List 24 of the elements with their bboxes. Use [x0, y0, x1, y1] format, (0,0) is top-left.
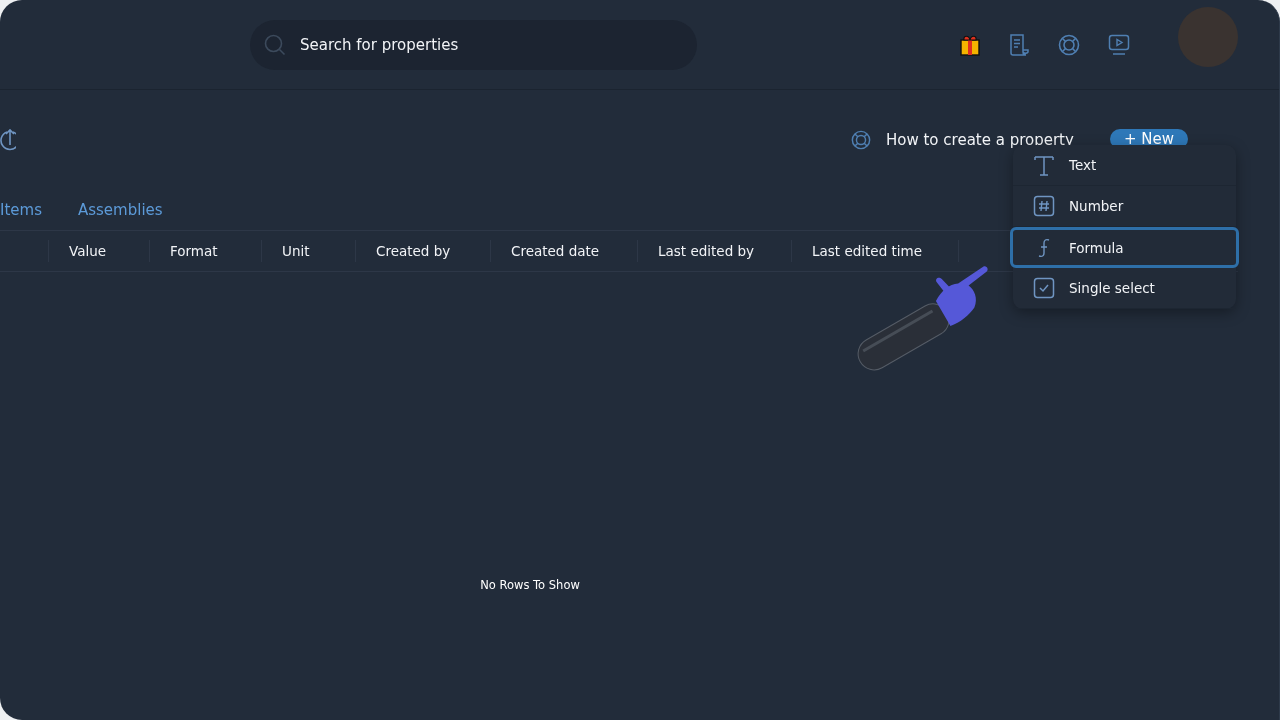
lifebuoy-icon	[851, 130, 871, 150]
checkbox-icon	[1033, 277, 1055, 299]
hash-icon	[1033, 195, 1055, 217]
column-header[interactable]: Format	[170, 243, 218, 259]
empty-message: No Rows To Show	[480, 578, 580, 592]
menu-item[interactable]: Text	[1013, 145, 1236, 186]
column-header[interactable]: Unit	[282, 243, 310, 259]
column-header[interactable]: Last edited by	[658, 243, 755, 259]
upload-icon[interactable]	[0, 128, 16, 152]
document-icon[interactable]	[1008, 33, 1030, 56]
tab[interactable]: Assemblies	[77, 201, 163, 219]
menu-item[interactable]: Number	[1013, 186, 1236, 227]
menu-item[interactable]: Formula	[1010, 227, 1239, 268]
text-type-icon	[1033, 154, 1055, 176]
gift-icon[interactable]	[960, 33, 980, 56]
column-header[interactable]: Last edited time	[812, 243, 922, 259]
video-icon[interactable]	[1108, 33, 1130, 56]
lifebuoy-icon[interactable]	[1058, 33, 1080, 56]
menu-item[interactable]: Single select	[1013, 268, 1236, 309]
column-header[interactable]: Created date	[511, 243, 600, 259]
column-header[interactable]: Value	[69, 243, 107, 259]
column-header[interactable]: Created by	[376, 243, 451, 259]
search-field[interactable]: Search for properties	[250, 19, 697, 70]
tab[interactable]: Items	[0, 201, 42, 219]
